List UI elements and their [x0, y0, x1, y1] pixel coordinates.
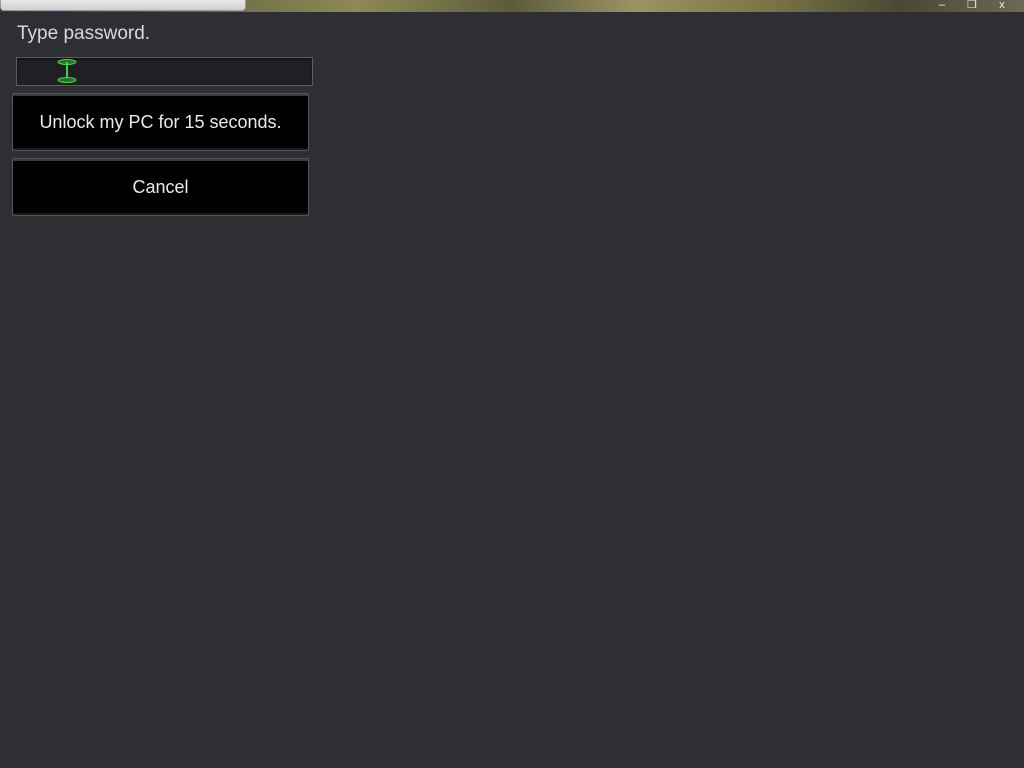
close-icon[interactable]: x — [994, 0, 1010, 12]
unlock-dialog: – ❐ x Type password. Unlock my PC for 15… — [0, 0, 1024, 768]
cancel-button[interactable]: Cancel — [12, 158, 309, 216]
background-tab — [0, 0, 246, 11]
unlock-button[interactable]: Unlock my PC for 15 seconds. — [12, 93, 309, 151]
text-caret-icon — [57, 59, 77, 83]
minimize-icon[interactable]: – — [934, 0, 950, 12]
password-prompt: Type password. — [17, 23, 151, 44]
background-window-strip: – ❐ x — [0, 0, 1024, 12]
window-controls: – ❐ x — [934, 0, 1010, 12]
restore-icon[interactable]: ❐ — [964, 0, 980, 12]
password-input[interactable] — [16, 57, 313, 86]
